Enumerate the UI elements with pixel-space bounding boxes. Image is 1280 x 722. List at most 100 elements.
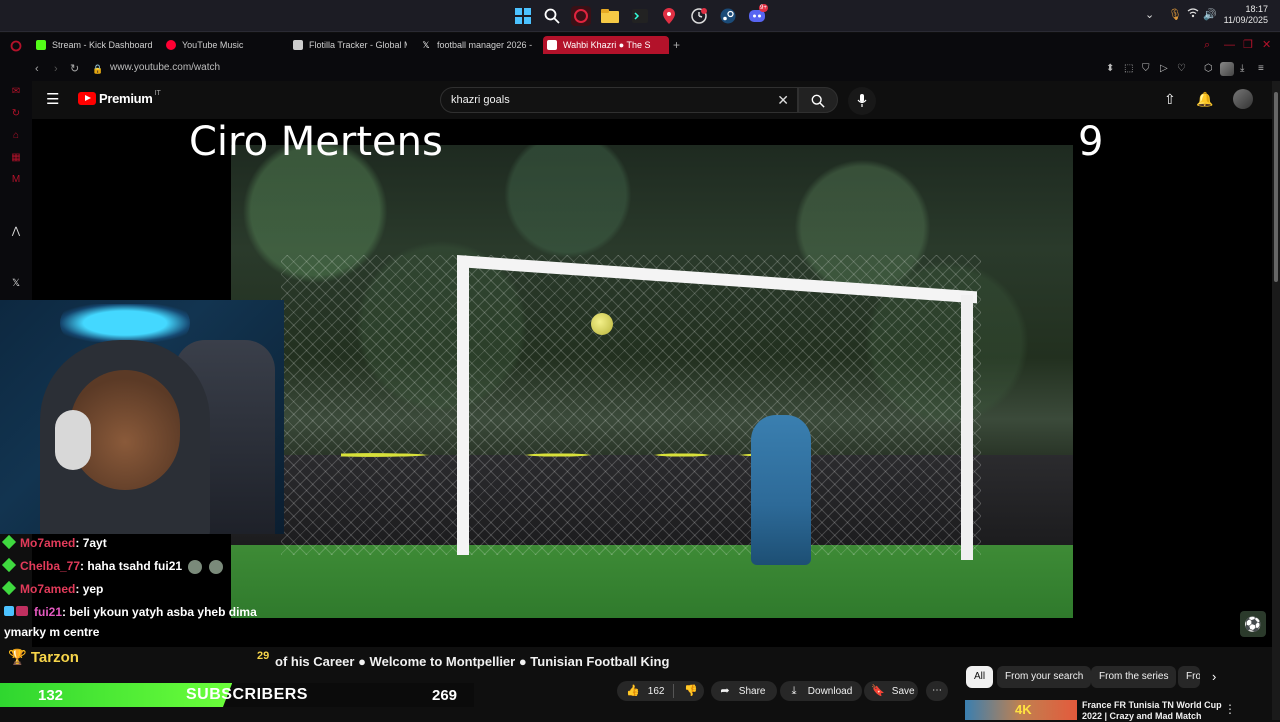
chip-all[interactable]: All [966,666,994,688]
share-button[interactable]: ➦ Share [711,681,777,701]
chevron-right-icon[interactable]: › [1212,669,1216,684]
microphone-tray-icon[interactable]: 🎙 [1168,8,1182,21]
streamer-webcam [0,300,284,534]
browser-menu-icon[interactable]: ≡ [1258,62,1264,76]
download-button[interactable]: ⤓ Download [780,681,862,701]
search-icon [811,94,825,108]
chat-user: Mo7amed [20,536,76,550]
chat-message: Mo7amed: yep [1,580,103,597]
player-icon[interactable]: ▷ [1160,62,1168,76]
maximize-icon[interactable]: ❐ [1243,36,1253,54]
search-tabs-icon[interactable]: ⌕ [1204,36,1210,54]
more-actions-button[interactable]: ⋯ [926,681,948,701]
channel-watermark-icon[interactable]: ⚽ [1240,611,1266,637]
pin-icon[interactable]: ⬍ [1106,62,1114,76]
top-supporter: 🏆 Tarzon [8,648,79,666]
file-explorer-icon[interactable] [600,6,620,26]
new-tab-button[interactable]: + [673,36,680,54]
chat-message: fui21: beli ykoun yatyh asba yheb dima [4,604,257,620]
hamburger-menu-icon[interactable]: ☰ [46,92,59,108]
sidebar-history-icon[interactable]: ↻ [10,108,22,120]
download-icon: ⤓ [791,685,797,697]
scrollbar-thumb[interactable] [1274,92,1278,282]
profile-icon[interactable] [1220,62,1234,76]
chip-truncated[interactable]: Fro [1178,666,1200,688]
goalkeeper [751,415,811,565]
tab-wahbi-khazri[interactable]: Wahbi Khazri ● The S [543,36,669,54]
recommended-video-thumbnail[interactable]: 4K [965,700,1077,720]
tab-youtube-music[interactable]: YouTube Music [162,36,282,54]
sidebar-x-icon[interactable]: 𝕏 [10,278,22,290]
screenshot-icon[interactable]: ⬚ [1124,62,1133,76]
forward-icon[interactable]: › [54,61,58,77]
youtube-play-icon [78,92,96,105]
youtube-premium-logo[interactable]: Premium IT [78,90,161,106]
discord-badge: 9+ [759,4,768,12]
close-window-icon[interactable]: ✕ [1262,36,1271,54]
chip-from-your-search[interactable]: From your search [997,666,1092,688]
save-button[interactable]: 🔖 Save [864,681,918,701]
system-clock[interactable]: 18:17 11/09/2025 [1224,4,1268,26]
tab-kick-dashboard[interactable]: Stream - Kick Dashboard [32,36,156,54]
voice-search-button[interactable] [848,87,876,115]
subscriber-goal-bar: 132 SUBSCRIBERS 269 [0,683,474,707]
extensions-icon[interactable]: ⬡ [1204,62,1213,76]
reload-icon[interactable]: ↻ [70,61,79,77]
save-label: Save [891,686,915,697]
sidebar-music-icon[interactable]: M [10,174,22,186]
tab-label: Flotilla Tracker - Global M [309,40,407,50]
url-field[interactable]: www.youtube.com/watch [110,62,220,73]
account-avatar[interactable] [1233,89,1253,109]
windows-start-icon[interactable] [513,6,533,26]
steam-icon[interactable] [718,6,738,26]
sidebar-arena-icon[interactable]: ⋀ [10,226,22,238]
like-count[interactable]: 162 [648,686,665,697]
chat-message: Chelba_77: haha tsahd fui21 [1,557,223,574]
tab-flotilla-tracker[interactable]: Flotilla Tracker - Global M [289,36,407,54]
sidebar-bag-icon[interactable]: ⌂ [10,130,22,142]
wifi-icon[interactable] [1187,8,1199,21]
more-vertical-icon[interactable]: ⋮ [1224,702,1236,716]
title-number: 29 [257,650,270,662]
address-bar: ‹ › ↻ 🔒 www.youtube.com/watch ⬍ ⬚ ⛉ ▷ ♡ … [0,57,1280,81]
subscriber-badge-icon [1,580,17,596]
subscriber-count: 132 [38,687,64,704]
stewards [341,435,961,475]
clear-search-icon[interactable]: ✕ [777,92,789,108]
video-frame[interactable] [231,145,1073,618]
chevron-up-icon[interactable]: ⌄ [1145,8,1154,21]
browser-sidebar: ✉ ↻ ⌂ ▦ M ⋀ 𝕏 [0,81,32,301]
back-icon[interactable]: ‹ [35,61,39,77]
tab-football-manager[interactable]: 𝕏 football manager 2026 - [417,36,533,54]
opera-gx-icon[interactable] [571,6,591,26]
opera-menu-icon[interactable] [10,39,22,57]
search-input[interactable]: khazri goals ✕ [440,87,798,113]
youtube-icon [547,40,557,50]
thumbs-up-icon[interactable]: 👍 [625,681,641,701]
recommended-video-title[interactable]: France FR Tunisia TN World Cup 2022 | Cr… [1082,700,1222,722]
search-query: khazri goals [451,94,510,106]
download-icon[interactable]: ⤓ [1240,62,1244,76]
chat-text: ymarky m centre [4,625,100,639]
minimize-icon[interactable]: — [1224,36,1235,54]
sidebar-gamepad-icon[interactable]: ▦ [10,152,22,164]
notifications-bell-icon[interactable]: 🔔 [1196,91,1213,107]
upload-icon[interactable]: ⇧ [1164,91,1176,107]
logo-text: Premium [99,91,153,106]
like-dislike-group: 👍 162 👎 [617,681,704,701]
heart-icon[interactable]: ♡ [1177,62,1186,76]
thumbs-down-icon[interactable]: 👎 [683,681,699,701]
chip-from-the-series[interactable]: From the series [1091,666,1177,688]
x-icon: 𝕏 [422,40,430,50]
lock-icon[interactable]: 🔒 [92,61,103,77]
maps-pin-icon[interactable] [659,6,679,26]
terminal-icon[interactable] [630,6,650,26]
search-icon[interactable] [542,6,562,26]
shield-icon[interactable]: ⛉ [1142,62,1150,76]
sidebar-messenger-icon[interactable]: ✉ [10,86,22,98]
search-button[interactable] [798,87,838,113]
clock-app-icon[interactable] [689,6,709,26]
volume-icon[interactable]: 🔊 [1203,8,1217,21]
goal-post-left [457,257,469,555]
discord-icon[interactable]: 9+ [748,4,768,26]
